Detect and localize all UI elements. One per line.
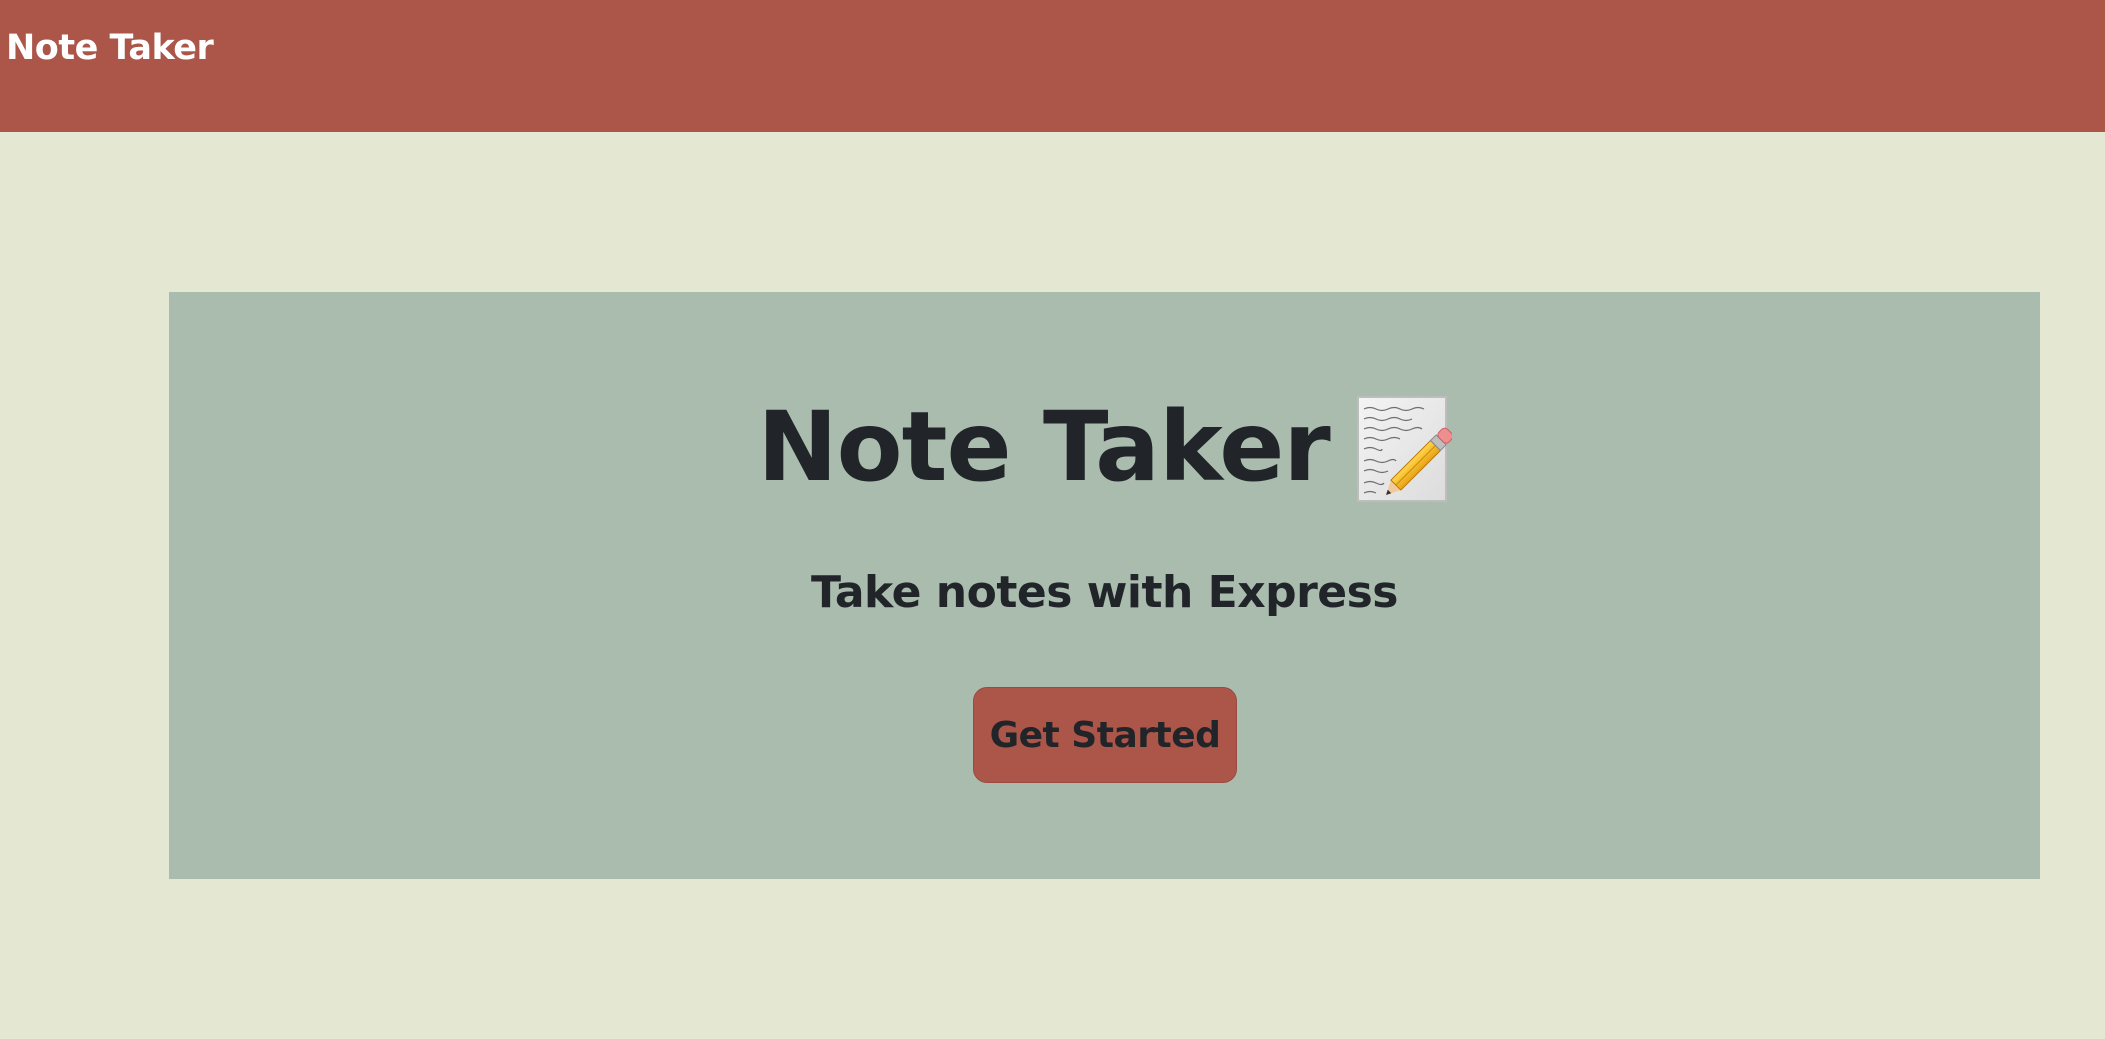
hero-title: Note Taker (757, 391, 1330, 503)
navbar-brand[interactable]: Note Taker (6, 28, 214, 68)
memo-icon (1356, 395, 1454, 503)
hero-title-row: Note Taker (169, 392, 2040, 502)
hero-subtitle: Take notes with Express (811, 567, 1398, 618)
navbar: Note Taker (0, 0, 2105, 132)
get-started-button[interactable]: Get Started (973, 687, 1237, 783)
hero-jumbotron: Note Taker Take notes with Express Get S… (169, 292, 2040, 879)
